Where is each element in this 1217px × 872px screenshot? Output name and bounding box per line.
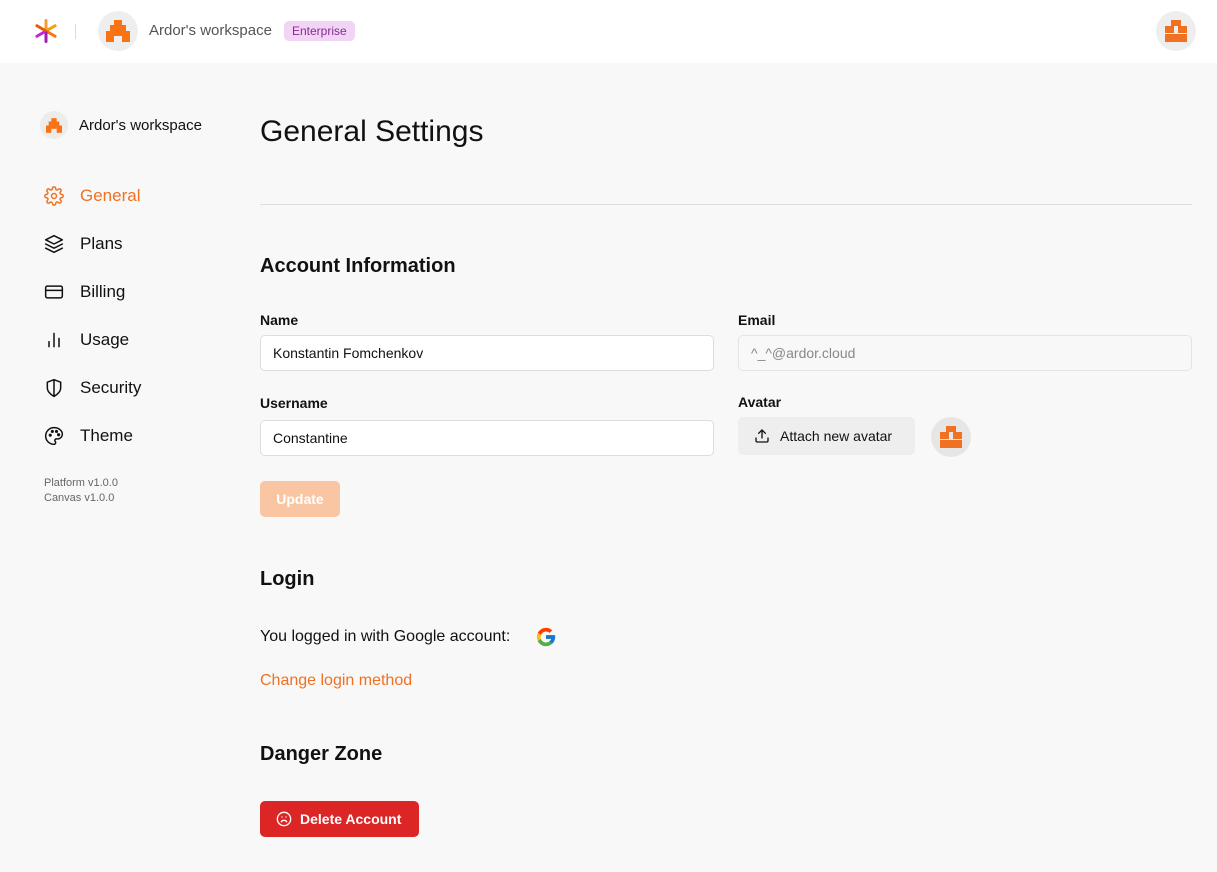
change-login-method-link[interactable]: Change login method <box>260 672 412 690</box>
login-section-title: Login <box>260 568 315 590</box>
sad-face-icon <box>276 811 292 827</box>
name-input[interactable] <box>260 335 714 371</box>
palette-icon <box>44 426 64 446</box>
workspace-avatar[interactable] <box>98 11 138 51</box>
update-button[interactable]: Update <box>260 481 340 517</box>
login-method-text: You logged in with Google account: <box>260 628 511 645</box>
sidebar-item-label: General <box>80 186 141 205</box>
sidebar-workspace[interactable]: Ardor's workspace <box>40 111 202 139</box>
canvas-version: Canvas v1.0.0 <box>44 492 115 504</box>
bar-chart-icon <box>44 330 64 350</box>
email-field <box>738 335 1192 371</box>
delete-account-label: Delete Account <box>300 811 402 827</box>
pixel-avatar-icon <box>1165 20 1187 42</box>
sidebar-nav: General Plans Billing Usage Security The… <box>44 172 224 460</box>
sidebar-item-billing[interactable]: Billing <box>44 268 224 316</box>
sidebar-item-label: Theme <box>80 426 133 445</box>
user-avatar[interactable] <box>1156 11 1196 51</box>
username-input[interactable] <box>260 420 714 456</box>
asterisk-logo-icon[interactable] <box>32 17 60 45</box>
delete-account-button[interactable]: Delete Account <box>260 801 419 837</box>
pixel-house-icon <box>46 117 62 133</box>
page-title: General Settings <box>260 115 484 148</box>
attach-avatar-label: Attach new avatar <box>780 428 893 444</box>
attach-avatar-button[interactable]: Attach new avatar <box>738 417 915 455</box>
layers-icon <box>44 234 64 254</box>
sidebar-item-plans[interactable]: Plans <box>44 220 224 268</box>
title-divider <box>260 204 1192 205</box>
avatar-preview <box>931 417 971 457</box>
google-icon <box>536 627 556 647</box>
sidebar-workspace-name: Ardor's workspace <box>79 116 202 134</box>
sidebar-item-theme[interactable]: Theme <box>44 412 224 460</box>
username-label: Username <box>260 395 328 411</box>
top-bar: Ardor's workspace Enterprise <box>0 0 1217 63</box>
email-label: Email <box>738 312 776 328</box>
credit-card-icon <box>44 282 64 302</box>
upload-icon <box>755 429 769 443</box>
shield-icon <box>44 378 64 398</box>
platform-version: Platform v1.0.0 <box>44 477 118 489</box>
name-label: Name <box>260 312 299 328</box>
sidebar-item-label: Plans <box>80 234 123 253</box>
pixel-avatar-icon <box>940 426 962 448</box>
sidebar-item-label: Security <box>80 378 142 397</box>
sidebar-item-usage[interactable]: Usage <box>44 316 224 364</box>
avatar-label: Avatar <box>738 394 782 410</box>
danger-zone-title: Danger Zone <box>260 743 383 765</box>
sidebar-item-label: Billing <box>80 282 126 301</box>
sidebar-item-general[interactable]: General <box>44 172 224 220</box>
workspace-name[interactable]: Ardor's workspace <box>149 22 272 39</box>
pixel-house-icon <box>106 20 130 42</box>
header-divider <box>75 24 76 39</box>
plan-badge: Enterprise <box>284 21 355 41</box>
sidebar-item-label: Usage <box>80 330 130 349</box>
account-section-title: Account Information <box>260 255 456 277</box>
sidebar-item-security[interactable]: Security <box>44 364 224 412</box>
sidebar-workspace-avatar <box>40 111 68 139</box>
version-info: Platform v1.0.0 Canvas v1.0.0 <box>44 476 118 506</box>
gear-icon <box>44 186 64 206</box>
